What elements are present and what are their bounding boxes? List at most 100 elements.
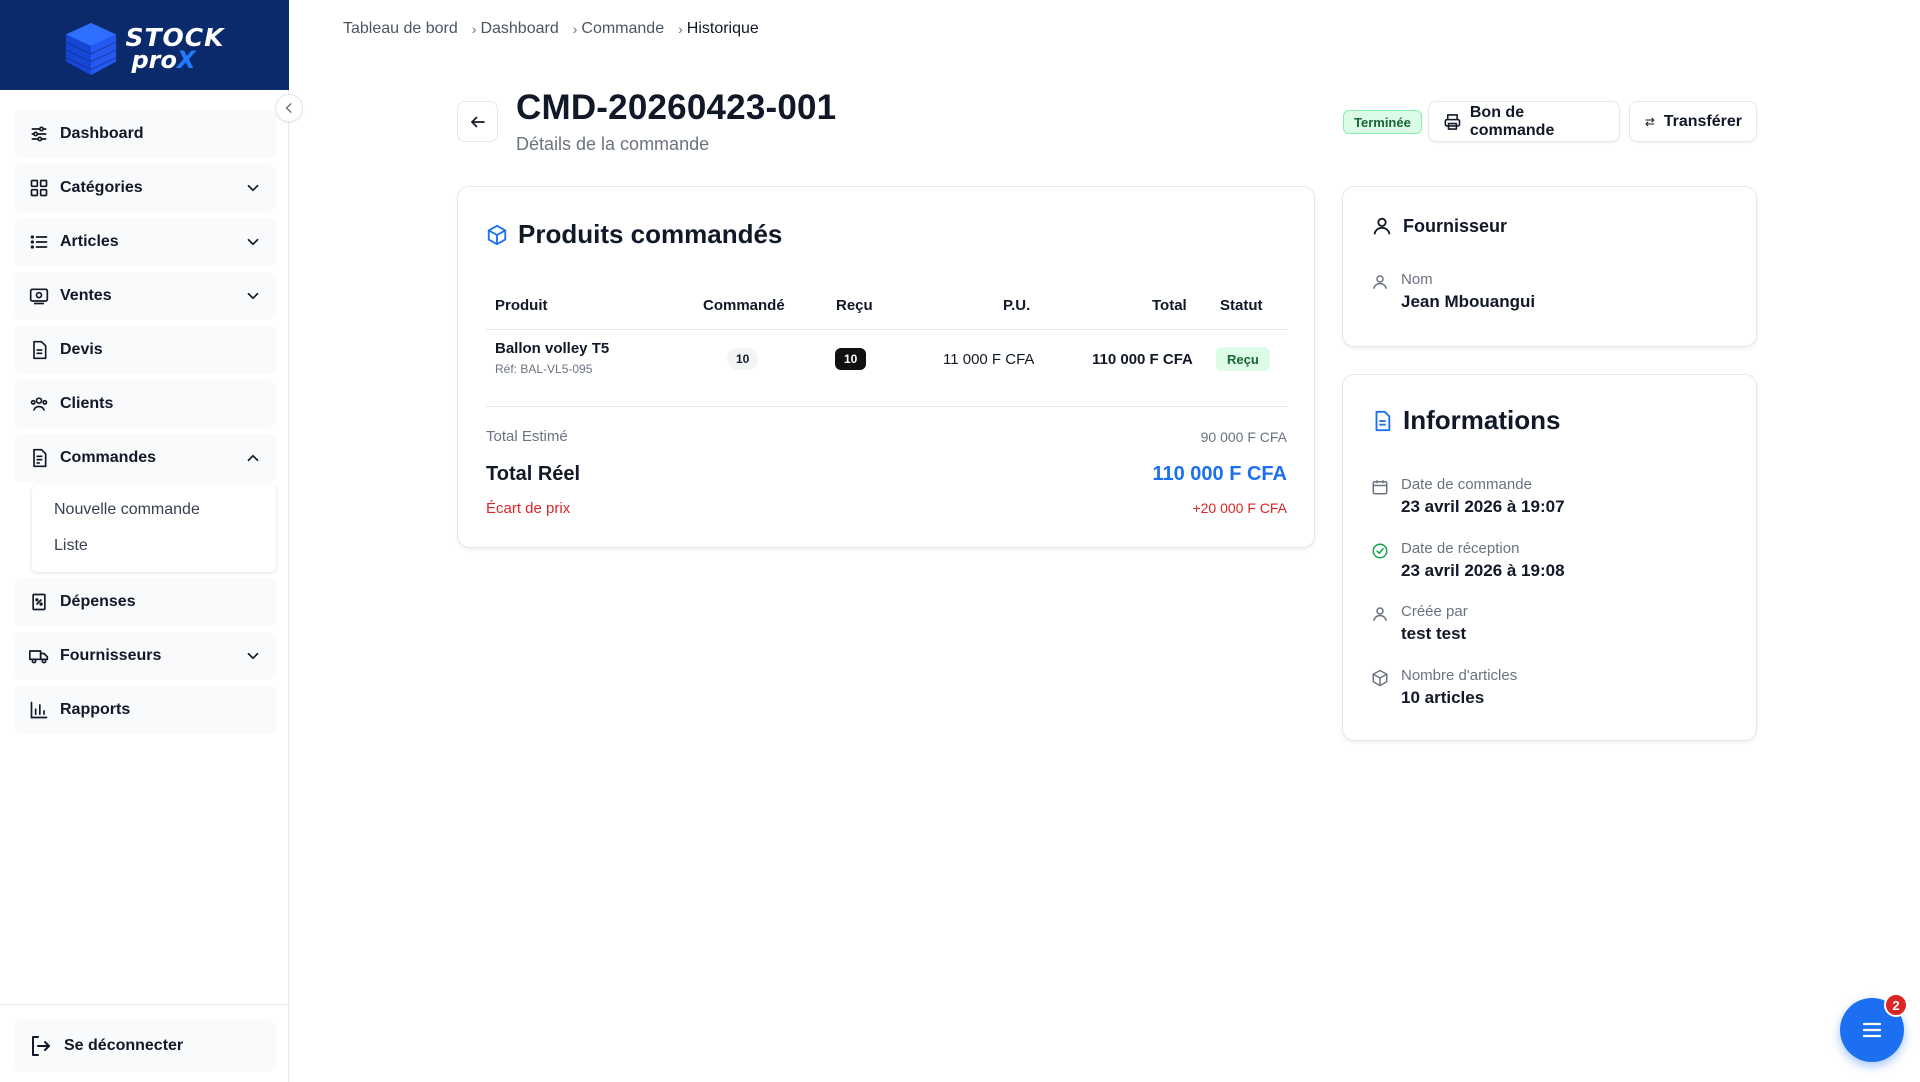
- product-ref: Réf: BAL-VL5-095: [495, 362, 593, 376]
- sidebar-item-label: Articles: [60, 233, 119, 250]
- order-date-field: Date de commande 23 avril 2026 à 19:07: [1371, 476, 1565, 517]
- created-by-label: Créée par: [1401, 603, 1468, 620]
- column-header-pu: P.U.: [1003, 297, 1031, 314]
- sidebar-item-depenses[interactable]: Dépenses: [14, 578, 276, 626]
- box-icon: [1372, 669, 1388, 687]
- column-header-produit: Produit: [495, 297, 548, 314]
- stockprox-logo: STOCK proX: [60, 13, 230, 77]
- supplier-name-value: Jean Mbouangui: [1401, 292, 1536, 311]
- breadcrumb-item-commande[interactable]: Commande: [581, 20, 664, 38]
- information-heading: Informations: [1403, 405, 1561, 435]
- column-header-statut: Statut: [1220, 297, 1263, 314]
- submenu-item-nouvelle-commande[interactable]: Nouvelle commande: [32, 492, 276, 528]
- back-button[interactable]: [457, 101, 498, 142]
- breadcrumb-separator-icon: ›: [572, 21, 578, 37]
- column-header-recu: Reçu: [836, 297, 873, 314]
- package-icon: [487, 224, 507, 245]
- file-text-icon: [1375, 410, 1391, 431]
- truck-icon: [28, 645, 50, 667]
- transfer-label: Transférer: [1663, 112, 1742, 130]
- logo-word-x: X: [177, 46, 196, 74]
- supplier-heading: Fournisseur: [1403, 215, 1508, 236]
- unit-price: 11 000 F CFA: [943, 351, 1035, 368]
- summary-divider: [486, 406, 1288, 407]
- ordered-products-heading: Produits commandés: [518, 219, 783, 249]
- sidebar-item-label: Catégories: [60, 179, 143, 196]
- supplier-title: Fournisseur: [1371, 215, 1507, 237]
- chevron-down-icon: [247, 184, 259, 192]
- logout-button[interactable]: Se déconnecter: [14, 1020, 276, 1072]
- sidebar-collapse-button[interactable]: [275, 94, 303, 122]
- page-title: CMD-20260423-001: [516, 88, 837, 127]
- quantity-received: 10: [835, 348, 867, 370]
- reception-date-label: Date de réception: [1401, 540, 1520, 557]
- cash-register-icon: [28, 285, 50, 307]
- user-icon: [1373, 217, 1391, 235]
- chevron-down-icon: [247, 652, 259, 660]
- price-gap-value: +20 000 F CFA: [1192, 500, 1287, 516]
- grid-icon: [28, 177, 50, 199]
- cube-logo-icon: [65, 22, 116, 76]
- breadcrumb-separator-icon: ›: [678, 21, 683, 37]
- sidebar-item-label: Rapports: [60, 701, 131, 718]
- information-card: Informations Date de commande 23 avril 2…: [1342, 374, 1757, 741]
- line-status-badge: Reçu: [1216, 347, 1270, 371]
- purchase-order-button[interactable]: Bon de commande: [1428, 101, 1620, 142]
- printer-icon: [1444, 113, 1461, 130]
- user-icon: [1373, 607, 1387, 621]
- page-subtitle: Détails de la commande: [516, 134, 710, 154]
- logout-icon: [32, 1036, 50, 1056]
- breadcrumb-item-tableau-de-bord[interactable]: Tableau de bord: [343, 20, 458, 38]
- sidebar-item-label: Dépenses: [60, 593, 136, 610]
- reception-date-value: 23 avril 2026 à 19:08: [1401, 561, 1565, 580]
- column-header-commande: Commandé: [703, 297, 785, 314]
- supplier-name-label: Nom: [1401, 271, 1433, 288]
- sidebar-item-dashboard[interactable]: Dashboard: [14, 110, 276, 158]
- sidebar-divider: [0, 1004, 289, 1005]
- reception-date-field: Date de réception 23 avril 2026 à 19:08: [1371, 540, 1565, 581]
- list-icon: [28, 231, 50, 253]
- created-by-value: test test: [1401, 624, 1467, 643]
- sidebar-item-label: Clients: [60, 395, 114, 412]
- sliders-icon: [28, 123, 50, 145]
- submenu-item-liste[interactable]: Liste: [32, 528, 276, 564]
- logo-word-pro: pro: [131, 46, 178, 74]
- sidebar-nav: Dashboard Catégories Articles Ventes Dev…: [14, 110, 276, 740]
- transfer-button[interactable]: Transférer: [1629, 101, 1757, 142]
- estimated-total-value: 90 000 F CFA: [1200, 429, 1287, 445]
- chevron-down-icon: [247, 292, 259, 300]
- table-header-divider: [486, 329, 1288, 330]
- menu-icon: [1862, 1022, 1882, 1038]
- breadcrumb-separator-icon: ›: [471, 21, 477, 37]
- sidebar-item-label: Devis: [60, 341, 103, 358]
- breadcrumb-item-dashboard[interactable]: Dashboard: [480, 20, 558, 38]
- supplier-card: Fournisseur Nom Jean Mbouangui: [1342, 186, 1757, 347]
- orders-icon: [28, 447, 50, 469]
- logo-word-prox: proX: [132, 46, 196, 74]
- purchase-order-label: Bon de commande: [1469, 103, 1555, 139]
- transfer-arrows-icon: [1645, 117, 1655, 126]
- sidebar-item-fournisseurs[interactable]: Fournisseurs: [14, 632, 276, 680]
- sidebar-item-rapports[interactable]: Rapports: [14, 686, 276, 734]
- breadcrumb: Tableau de bord › Dashboard › Commande ›…: [343, 20, 759, 38]
- sidebar-item-ventes[interactable]: Ventes: [14, 272, 276, 320]
- sidebar: STOCK proX Dashboard Catégories Articles: [0, 0, 289, 1082]
- sidebar-item-commandes[interactable]: Commandes: [14, 434, 276, 482]
- users-icon: [28, 393, 50, 415]
- sidebar-item-articles[interactable]: Articles: [14, 218, 276, 266]
- sidebar-item-categories[interactable]: Catégories: [14, 164, 276, 212]
- items-count-value: 10 articles: [1401, 688, 1485, 707]
- chevron-up-icon: [247, 454, 259, 462]
- sidebar-item-devis[interactable]: Devis: [14, 326, 276, 374]
- notification-badge: 2: [1884, 993, 1908, 1017]
- calendar-icon: [1372, 480, 1388, 495]
- product-name: Ballon volley T5: [495, 340, 610, 357]
- sidebar-item-clients[interactable]: Clients: [14, 380, 276, 428]
- logo-area[interactable]: STOCK proX: [0, 0, 289, 90]
- ordered-products-title: Produits commandés: [486, 219, 782, 250]
- chevron-left-icon: [285, 103, 292, 113]
- arrow-left-icon: [470, 116, 485, 127]
- line-total: 110 000 F CFA: [1092, 351, 1193, 368]
- items-count-label: Nombre d'articles: [1401, 667, 1518, 684]
- bar-chart-icon: [28, 699, 50, 721]
